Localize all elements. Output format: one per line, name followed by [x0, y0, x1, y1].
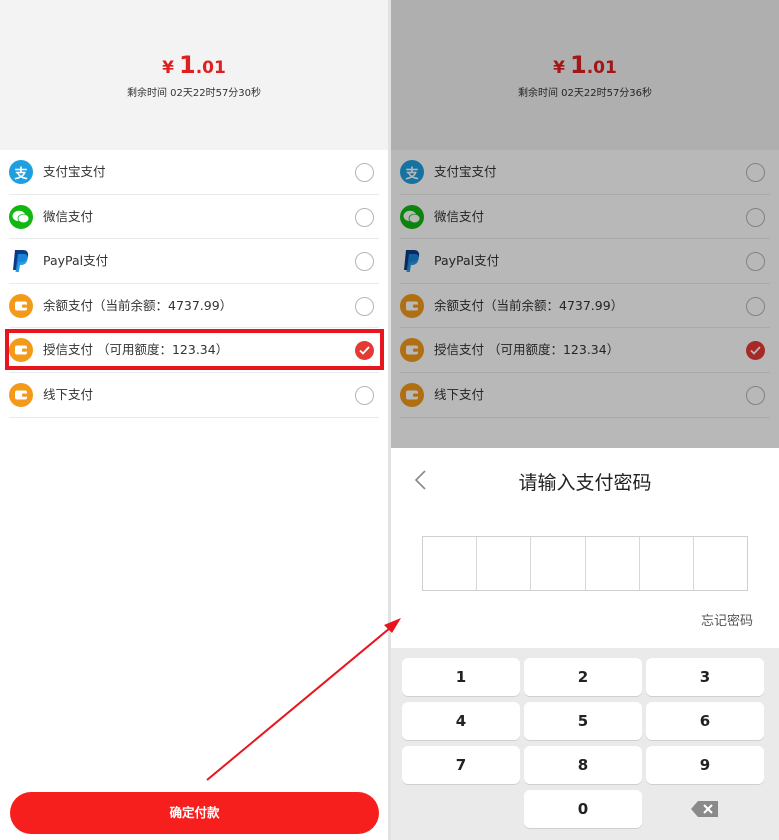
key-6[interactable]: 6 [646, 702, 764, 740]
numeric-keypad: 1 2 3 4 5 6 7 8 9 0 [391, 648, 779, 840]
key-2[interactable]: 2 [524, 658, 642, 696]
payment-screen-right: ¥1.01 剩余时间 02天22时57分36秒 支 支付宝支付 微信支付 Pay… [391, 0, 779, 840]
modal-overlay[interactable] [391, 0, 779, 448]
wallet-icon [9, 293, 33, 318]
password-dialog: 请输入支付密码 忘记密码 1 2 3 4 5 6 7 8 9 0 [391, 448, 779, 840]
amount-header: ¥1.01 剩余时间 02天22时57分30秒 [0, 0, 388, 150]
key-5[interactable]: 5 [524, 702, 642, 740]
amount-integer: 1 [179, 51, 196, 79]
key-3[interactable]: 3 [646, 658, 764, 696]
password-digit-box [586, 537, 640, 590]
paypal-icon [9, 249, 33, 273]
password-digit-box [694, 537, 747, 590]
password-input[interactable] [422, 536, 748, 591]
payment-method-balance[interactable]: 余额支付（当前余额：4737.99） [9, 284, 379, 329]
backspace-icon[interactable] [646, 790, 764, 828]
password-digit-box [531, 537, 586, 590]
radio-unchecked-icon[interactable] [355, 163, 374, 182]
key-0[interactable]: 0 [524, 790, 642, 828]
payment-method-paypal[interactable]: PayPal支付 [9, 239, 379, 284]
payment-screen-left: ¥1.01 剩余时间 02天22时57分30秒 支 支付宝支付 微信支付 Pay… [0, 0, 388, 840]
key-7[interactable]: 7 [402, 746, 520, 784]
confirm-payment-button[interactable]: 确定付款 [10, 792, 379, 834]
radio-unchecked-icon[interactable] [355, 296, 374, 316]
payment-method-label: 线下支付 [43, 386, 94, 402]
payment-method-label: 余额支付（当前余额：4737.99） [43, 297, 233, 313]
payment-method-offline[interactable]: 线下支付 [9, 373, 379, 418]
alipay-icon: 支 [9, 160, 33, 184]
radio-unchecked-icon[interactable] [355, 385, 374, 405]
password-digit-box [477, 537, 532, 590]
key-9[interactable]: 9 [646, 746, 764, 784]
payment-method-label: PayPal支付 [43, 253, 109, 269]
payment-method-list: 支 支付宝支付 微信支付 PayPal支付 余额支付（当前余额：4737.99） [0, 150, 388, 418]
remaining-time: 剩余时间 02天22时57分30秒 [126, 88, 262, 99]
amount-decimal: .01 [195, 58, 226, 78]
payment-method-label: 微信支付 [43, 208, 94, 224]
forgot-password-link[interactable]: 忘记密码 [701, 610, 753, 629]
password-digit-box [423, 537, 478, 590]
key-1[interactable]: 1 [402, 658, 520, 696]
wechat-icon [9, 204, 33, 229]
radio-unchecked-icon[interactable] [355, 207, 374, 227]
payment-method-label: 支付宝支付 [43, 164, 106, 179]
radio-unchecked-icon[interactable] [355, 252, 374, 272]
password-digit-box [640, 537, 694, 590]
payment-amount: ¥1.01 [0, 50, 388, 83]
key-8[interactable]: 8 [524, 746, 642, 784]
payment-method-alipay[interactable]: 支 支付宝支付 [9, 150, 379, 195]
payment-method-wechat[interactable]: 微信支付 [9, 195, 379, 240]
dialog-title: 请输入支付密码 [518, 472, 652, 494]
wallet-icon [9, 382, 33, 407]
key-4[interactable]: 4 [402, 702, 520, 740]
currency-symbol: ¥ [162, 58, 174, 78]
credit-payment-highlight [5, 329, 384, 370]
